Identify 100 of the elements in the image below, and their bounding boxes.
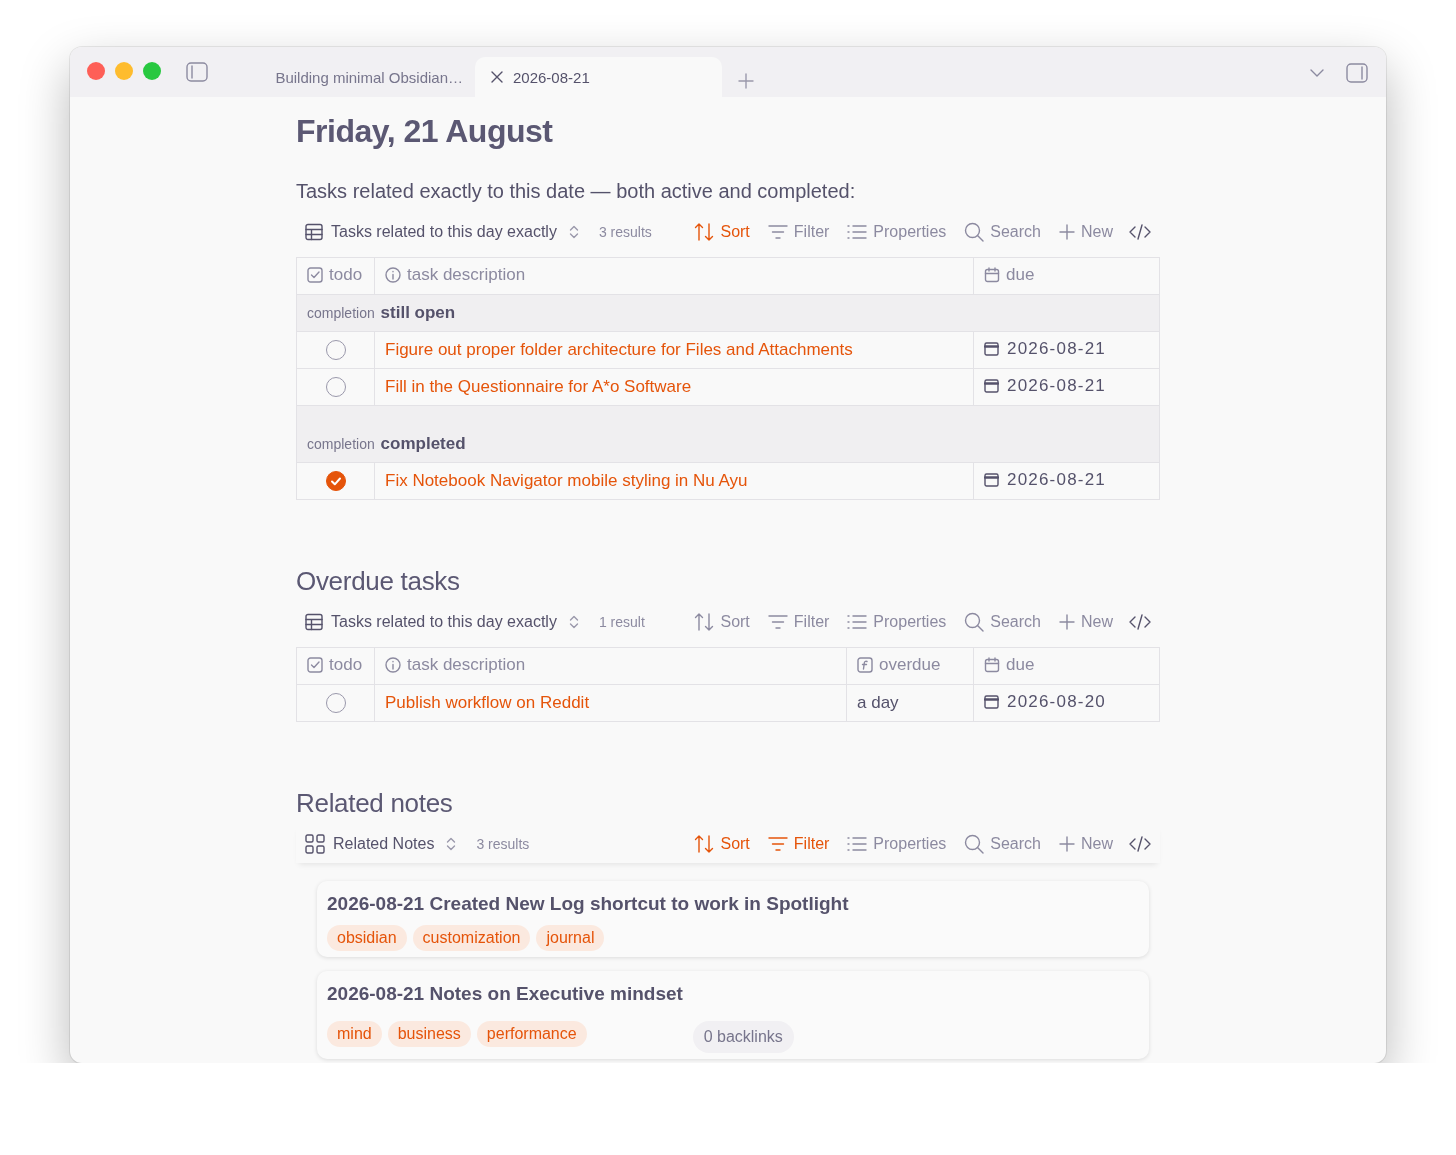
tag[interactable]: journal	[536, 925, 605, 951]
plus-icon	[738, 73, 754, 89]
note-title: 2026-08-21 Notes on Executive mindset	[327, 983, 684, 1005]
sort-button[interactable]: Sort	[694, 222, 750, 242]
task-link[interactable]: Fix Notebook Navigator mobile styling in Nu Ayu	[385, 471, 748, 490]
info-icon	[385, 266, 401, 283]
sort-icon	[694, 834, 715, 854]
task-link[interactable]: Figure out proper folder architecture for Files and Attachments	[385, 340, 853, 359]
calendar-icon	[984, 694, 999, 710]
due-date: 2026-08-20	[1007, 691, 1106, 712]
group-header: completion completed	[296, 405, 1160, 463]
backlinks-count: 0 backlinks	[692, 1021, 794, 1053]
column-header[interactable]: task description	[374, 257, 974, 295]
code-view-button[interactable]	[1129, 836, 1151, 852]
column-header[interactable]: due	[973, 647, 1160, 685]
calendar-icon	[984, 378, 999, 394]
view-selector[interactable]: Related Notes	[305, 834, 457, 854]
note-card[interactable]: 2026-08-21 Notes on Executive mindset mind business performance 0 backlinks	[317, 971, 1149, 1059]
filter-icon	[767, 614, 788, 630]
calendar-icon	[984, 341, 999, 357]
filter-icon	[767, 224, 788, 240]
filter-button[interactable]: Filter	[767, 835, 830, 853]
checkbox-icon	[307, 656, 323, 673]
code-icon	[1129, 614, 1151, 630]
filter-button[interactable]: Filter	[767, 613, 830, 631]
due-date: 2026-08-21	[1007, 469, 1106, 490]
chevron-updown-icon	[568, 225, 579, 239]
tab[interactable]: 2026-08-21	[475, 57, 722, 97]
column-header[interactable]: todo	[296, 257, 375, 295]
close-window-button[interactable]	[87, 62, 105, 80]
section-heading: Overdue tasks	[296, 566, 461, 597]
table-cell: a day	[846, 684, 974, 722]
tag[interactable]: customization	[412, 925, 531, 951]
calendar-icon	[984, 656, 1000, 673]
tag[interactable]: business	[387, 1021, 471, 1047]
zoom-window-button[interactable]	[143, 62, 161, 80]
column-header[interactable]: due	[973, 257, 1160, 295]
search-button[interactable]: Search	[964, 612, 1041, 632]
task-link[interactable]: Publish workflow on Reddit	[385, 693, 590, 712]
plus-icon	[1059, 614, 1075, 630]
column-header[interactable]: task description	[374, 647, 847, 685]
code-view-button[interactable]	[1129, 224, 1151, 240]
right-sidebar-toggle[interactable]	[1344, 61, 1370, 85]
chevron-updown-icon	[568, 615, 579, 629]
results-count: 3 results	[476, 836, 530, 852]
chevron-down-icon	[1310, 69, 1324, 77]
column-header[interactable]: todo	[296, 647, 375, 685]
due-date: 2026-08-21	[1007, 375, 1106, 396]
grid-icon	[305, 834, 325, 854]
properties-button[interactable]: Properties	[847, 223, 947, 241]
sort-button[interactable]: Sort	[694, 834, 750, 854]
check-icon	[329, 475, 342, 488]
filter-icon	[767, 836, 788, 852]
code-view-button[interactable]	[1129, 614, 1151, 630]
search-icon	[964, 612, 985, 632]
minimize-window-button[interactable]	[115, 62, 133, 80]
search-button[interactable]: Search	[964, 834, 1041, 854]
search-icon	[964, 834, 985, 854]
section-heading: Related notes	[296, 788, 454, 819]
sort-button[interactable]: Sort	[694, 612, 750, 632]
tag[interactable]: obsidian	[327, 925, 407, 951]
tab-list-button[interactable]	[1308, 67, 1326, 79]
code-icon	[1129, 224, 1151, 240]
left-sidebar-toggle[interactable]	[186, 62, 208, 82]
list-icon	[847, 836, 868, 852]
list-icon	[847, 224, 868, 240]
calendar-icon	[984, 472, 999, 488]
note-title: 2026-08-21 Created New Log shortcut to work in Spotlight	[327, 893, 850, 915]
function-icon	[857, 656, 873, 673]
note-card[interactable]: 2026-08-21 Created New Log shortcut to work in Spotlight obsidian customization journal	[317, 881, 1149, 957]
view-selector[interactable]: Tasks related to this day exactly	[305, 613, 579, 631]
results-count: 1 result	[598, 614, 645, 630]
properties-button[interactable]: Properties	[847, 835, 947, 853]
properties-button[interactable]: Properties	[847, 613, 947, 631]
task-link[interactable]: Fill in the Questionnaire for A*o Software	[385, 377, 692, 396]
sort-icon	[694, 612, 715, 632]
plus-icon	[1059, 224, 1075, 240]
tab[interactable]: Building minimal Obsidian…	[250, 57, 475, 97]
results-count: 3 results	[598, 224, 652, 240]
search-button[interactable]: Search	[964, 222, 1041, 242]
view-selector[interactable]: Tasks related to this day exactly	[305, 223, 579, 241]
intro-text: Tasks related exactly to this date — both active and completed:	[296, 180, 857, 203]
calendar-icon	[984, 266, 1000, 283]
due-date: 2026-08-21	[1007, 338, 1106, 359]
new-button[interactable]: New	[1059, 223, 1113, 241]
tag[interactable]: mind	[327, 1021, 382, 1047]
filter-button[interactable]: Filter	[767, 223, 830, 241]
note-title: Friday, 21 August	[296, 113, 554, 150]
table-icon	[305, 613, 323, 631]
code-icon	[1129, 836, 1151, 852]
new-button[interactable]: New	[1059, 835, 1113, 853]
tag[interactable]: performance	[476, 1021, 587, 1047]
task-checkbox[interactable]	[325, 471, 346, 492]
sort-icon	[694, 222, 715, 242]
checkbox-icon	[307, 266, 323, 283]
group-header: completion still open	[296, 294, 1160, 332]
sidebar-icon	[186, 62, 208, 82]
column-header[interactable]: overdue	[846, 647, 974, 685]
new-button[interactable]: New	[1059, 613, 1113, 631]
info-icon	[385, 656, 401, 673]
